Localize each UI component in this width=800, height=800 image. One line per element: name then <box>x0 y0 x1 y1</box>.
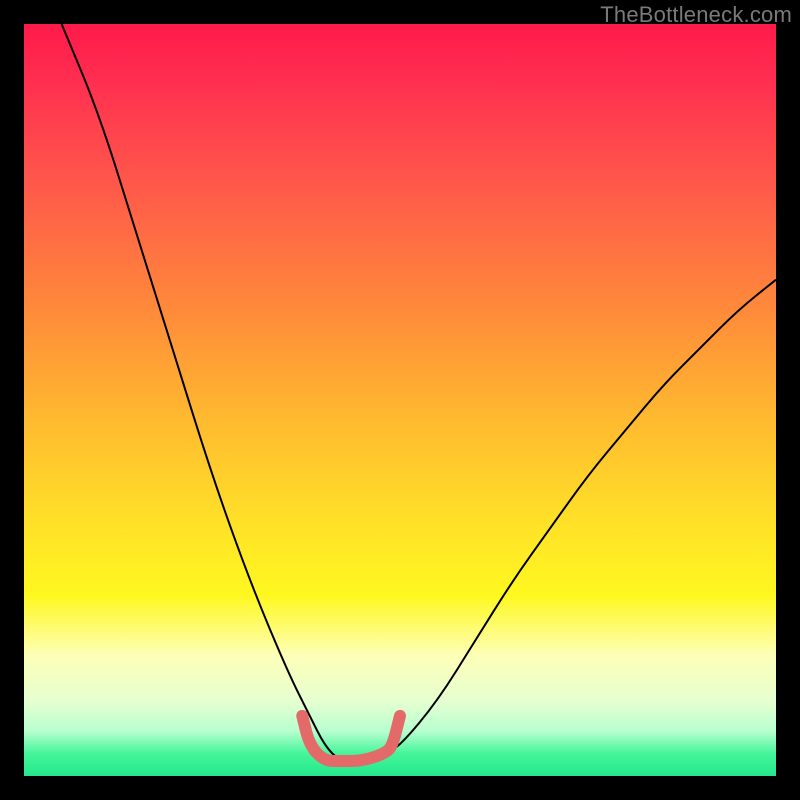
watermark-text: TheBottleneck.com <box>600 2 792 28</box>
primary-curve <box>62 24 776 761</box>
curve-layer <box>24 24 776 776</box>
plot-area <box>24 24 776 776</box>
chart-frame: TheBottleneck.com <box>0 0 800 800</box>
highlight-segment <box>302 716 400 761</box>
